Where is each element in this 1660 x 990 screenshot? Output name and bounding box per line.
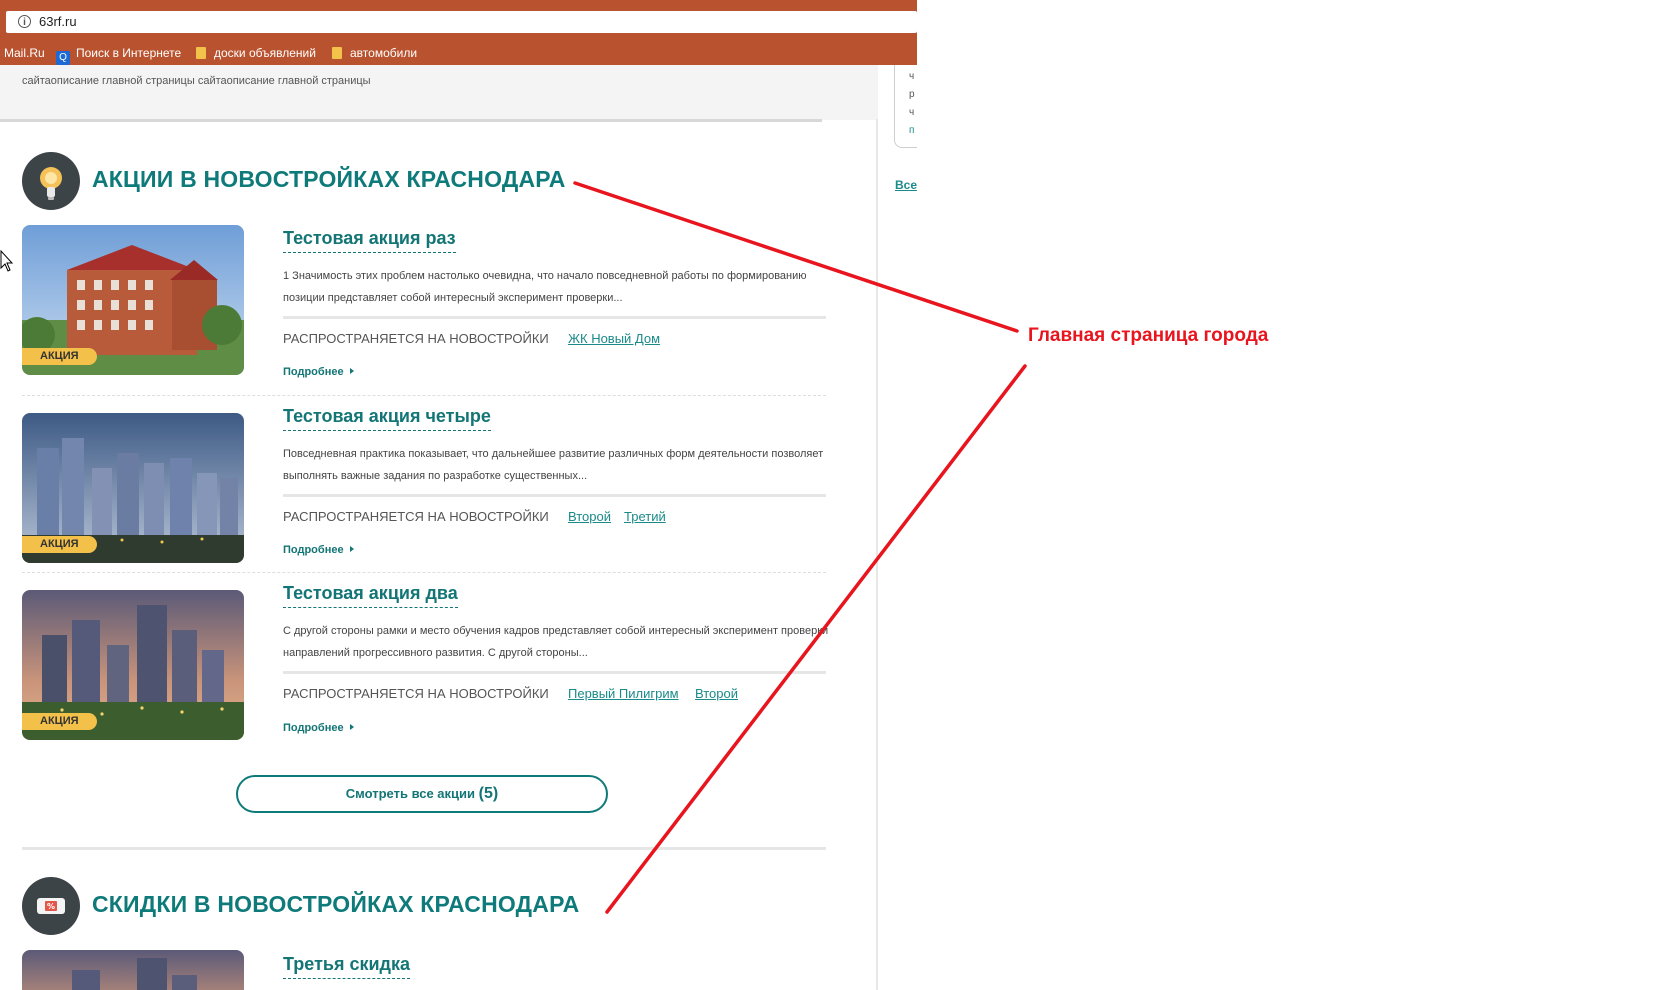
annotation-line-to-discounts (605, 364, 1027, 914)
annotation-line-to-promotions (573, 181, 1019, 333)
annotation-label: Главная страница города (1028, 325, 1269, 346)
annotation-arrows (573, 181, 1027, 914)
